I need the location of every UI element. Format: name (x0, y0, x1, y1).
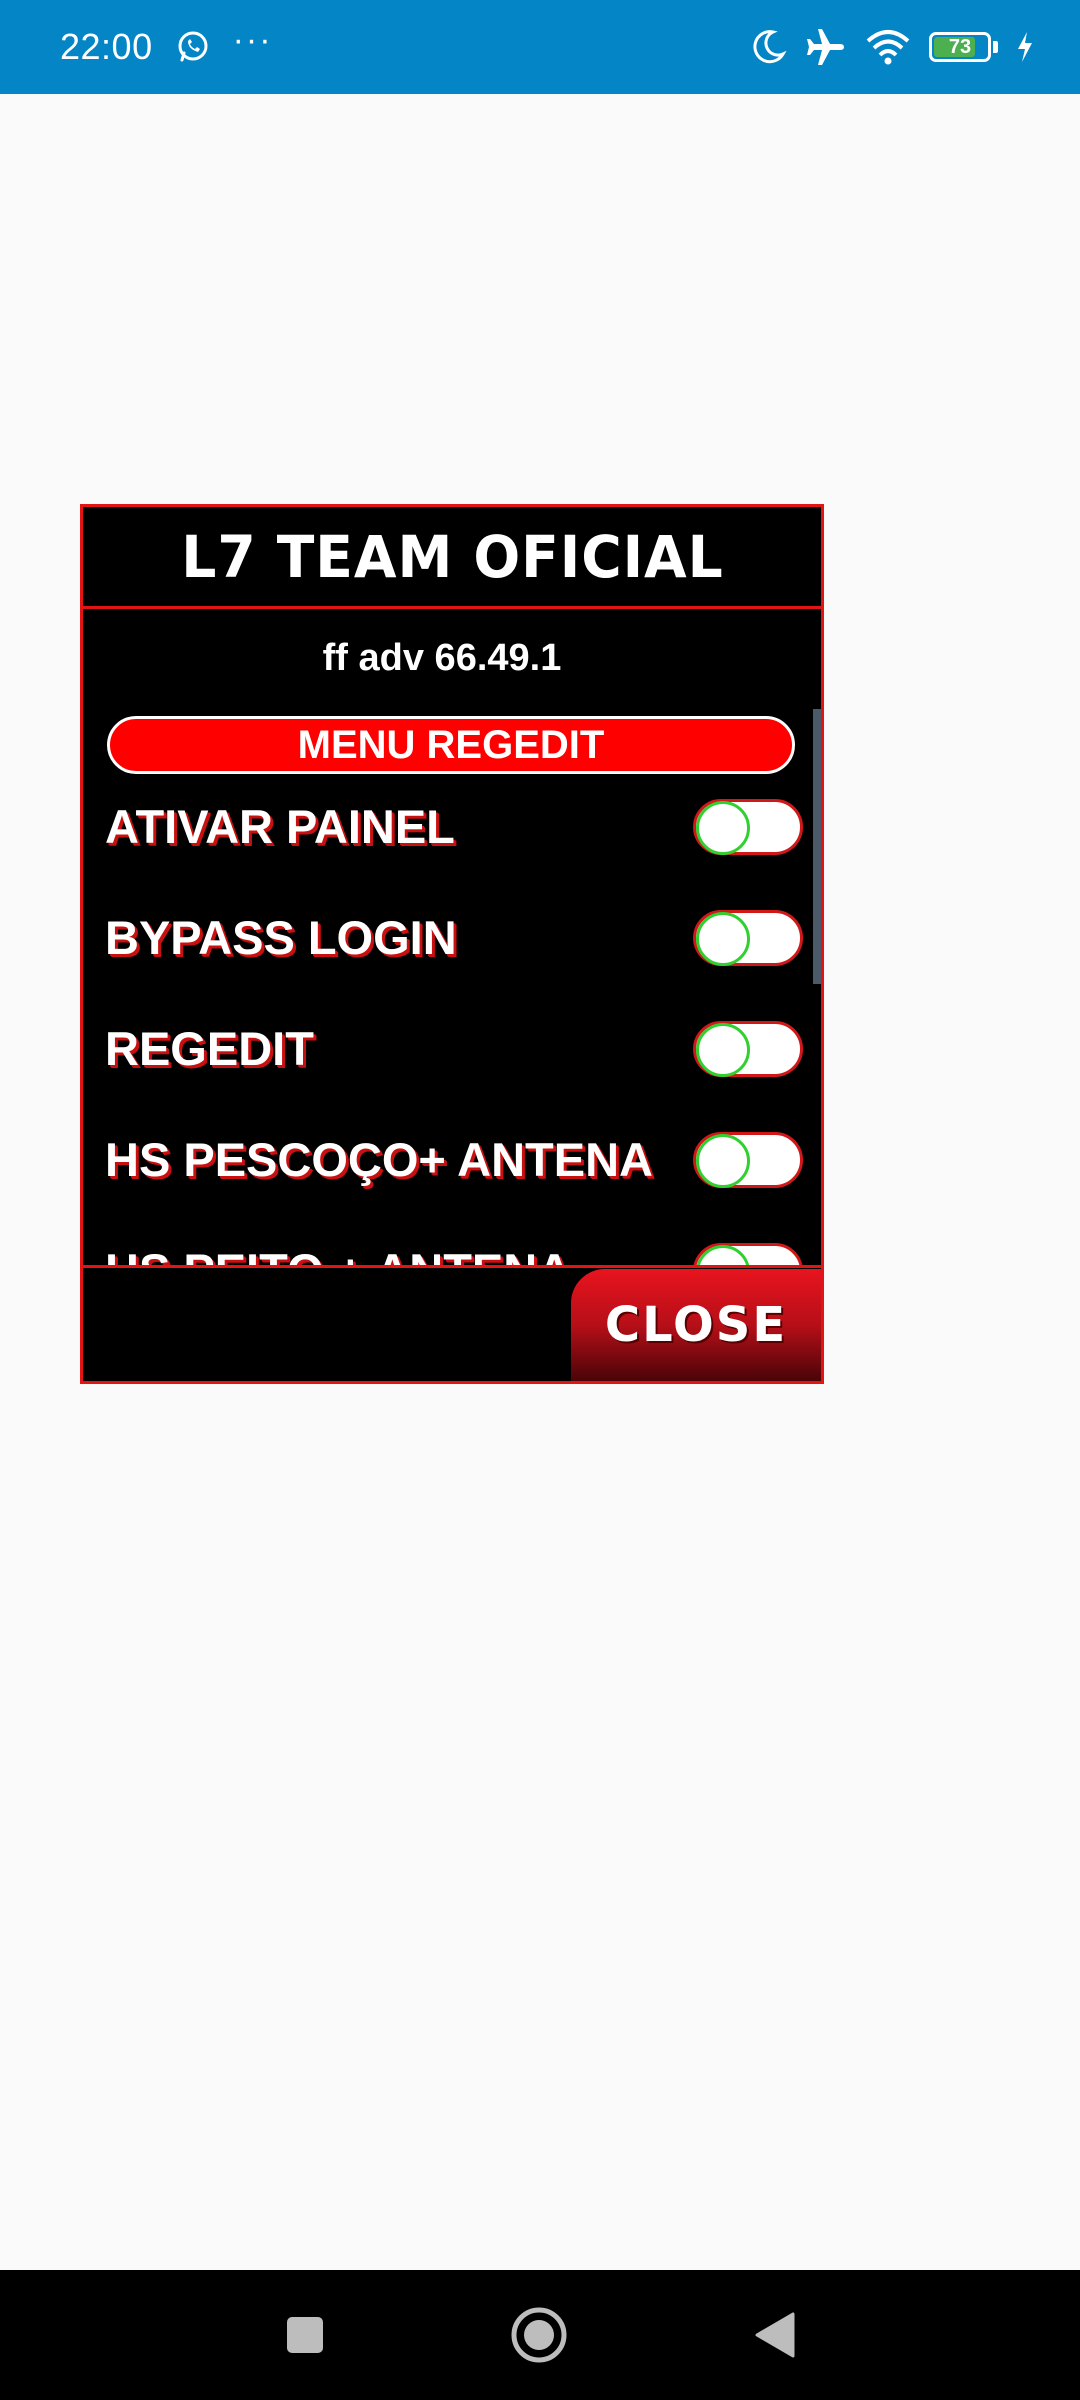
toggle-row-regedit[interactable]: REGEDIT (83, 1009, 821, 1120)
whatsapp-icon (175, 29, 211, 65)
switch-knob (696, 1023, 750, 1077)
close-button[interactable]: CLOSE (571, 1269, 821, 1381)
menu-section-header: MENU REGEDIT (107, 716, 795, 774)
toggle-list: ATIVAR PAINEL BYPASS LOGIN REGEDIT HS PE… (83, 787, 821, 1265)
circle-home-icon[interactable] (504, 2300, 574, 2370)
switch-knob (696, 912, 750, 966)
toggle-row-ativar-painel[interactable]: ATIVAR PAINEL (83, 787, 821, 898)
hs-pescoco-antena-switch[interactable] (693, 1132, 803, 1188)
toggle-row-hs-pescoco-antena[interactable]: HS PESCOÇO+ ANTENA (83, 1120, 821, 1231)
panel-title: L7 TEAM OFICIAL (180, 522, 724, 591)
toggle-label: HS PESCOÇO+ ANTENA (105, 1133, 653, 1186)
battery-icon: 73 (929, 32, 998, 62)
mod-menu-panel: L7 TEAM OFICIAL ff adv 66.49.1 MENU REGE… (80, 504, 824, 1384)
toggle-label: BYPASS LOGIN (105, 911, 457, 964)
regedit-switch[interactable] (693, 1021, 803, 1077)
navigation-bar (0, 2270, 1080, 2400)
toggle-label: REGEDIT (105, 1022, 314, 1075)
more-notifications-icon: ··· (232, 21, 273, 59)
switch-knob (696, 801, 750, 855)
switch-knob (696, 1245, 750, 1265)
airplane-icon (805, 27, 847, 67)
ativar-painel-switch[interactable] (693, 799, 803, 855)
triangle-back-icon[interactable] (740, 2300, 810, 2370)
square-recents-icon[interactable] (270, 2300, 340, 2370)
status-time: 22:00 (60, 26, 153, 67)
moon-icon (749, 28, 787, 66)
charging-icon (1016, 31, 1034, 63)
hs-peito-antena-switch[interactable] (693, 1243, 803, 1265)
toggle-label: ATIVAR PAINEL (105, 800, 455, 853)
wifi-icon (865, 29, 911, 65)
version-label: ff adv 66.49.1 (322, 637, 562, 679)
panel-header[interactable]: L7 TEAM OFICIAL (83, 507, 821, 609)
panel-body[interactable]: ff adv 66.49.1 MENU REGEDIT ATIVAR PAINE… (83, 609, 821, 1265)
switch-knob (696, 1134, 750, 1188)
toggle-row-bypass-login[interactable]: BYPASS LOGIN (83, 898, 821, 1009)
toggle-row-hs-peito-antena[interactable]: HS PEITO + ANTENA (83, 1231, 821, 1265)
status-left: 22:00 ··· (60, 21, 273, 68)
bypass-login-switch[interactable] (693, 910, 803, 966)
toggle-label: HS PEITO + ANTENA (105, 1243, 571, 1265)
battery-level: 73 (948, 35, 972, 58)
status-bar: 22:00 ··· 73 (0, 0, 1080, 94)
panel-footer: CLOSE (83, 1265, 821, 1381)
status-right: 73 (731, 27, 1034, 67)
